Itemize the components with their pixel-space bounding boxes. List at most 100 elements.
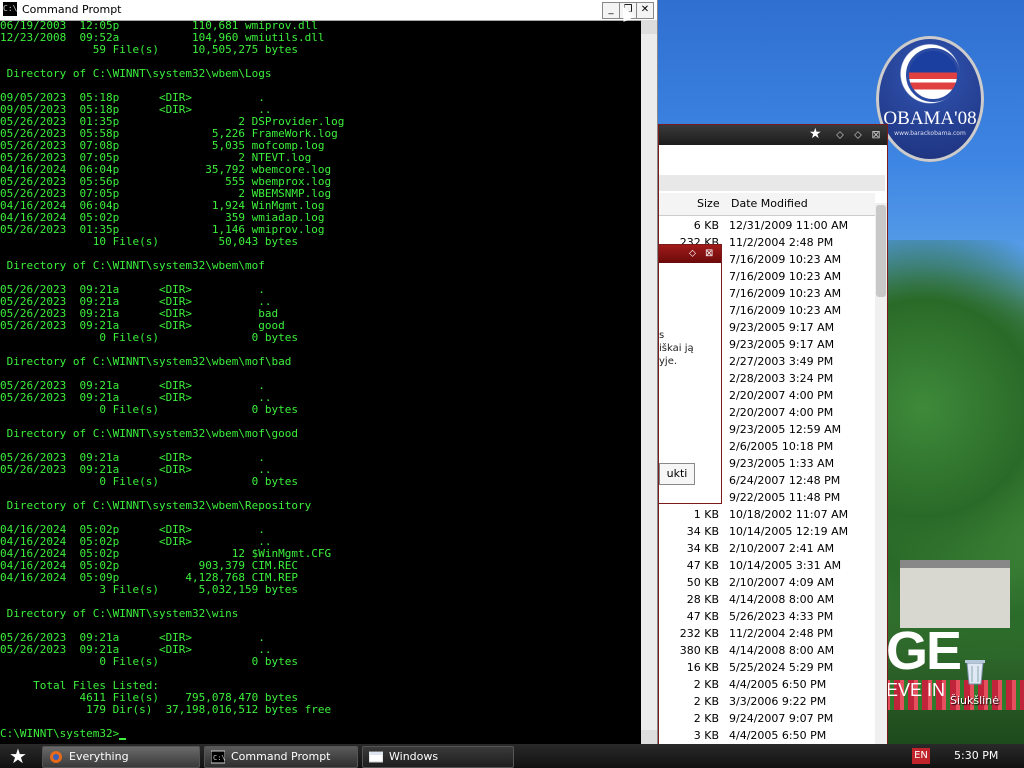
minimize-icon[interactable]: ⬦: [833, 128, 847, 142]
file-date-modified: 6/24/2007 12:48 PM: [729, 474, 841, 487]
system-clock[interactable]: 5:30 PM: [954, 749, 998, 762]
file-date-modified: 4/14/2008 8:00 AM: [729, 644, 835, 657]
file-row[interactable]: 47 KB 5/26/2023 4:33 PM: [659, 608, 875, 625]
file-date-modified: 9/24/2007 9:07 PM: [729, 712, 834, 725]
taskbar-item-windows[interactable]: Windows: [362, 746, 514, 768]
file-row[interactable]: 2 KB 4/4/2005 6:50 PM: [659, 676, 875, 693]
file-date-modified: 4/4/2005 6:50 PM: [729, 729, 827, 742]
column-size[interactable]: Size: [697, 197, 720, 210]
file-size: 2 KB: [693, 678, 719, 691]
vertical-scrollbar[interactable]: [641, 20, 657, 744]
file-size: 34 KB: [686, 525, 719, 538]
file-row[interactable]: 16 KB 5/25/2024 5:29 PM: [659, 659, 875, 676]
file-size: 2 KB: [693, 695, 719, 708]
file-size: 47 KB: [686, 610, 719, 623]
maximize-icon[interactable]: ⬦: [851, 128, 865, 142]
close-icon[interactable]: ⊠: [869, 128, 883, 142]
column-date-modified[interactable]: Date Modified: [731, 197, 808, 210]
console-icon: C:\: [211, 750, 225, 764]
text-cursor: [119, 738, 127, 740]
scrollbar-thumb[interactable]: [876, 205, 886, 297]
file-row[interactable]: 3 KB 4/4/2005 6:50 PM: [659, 727, 875, 744]
explorer-titlebar[interactable]: ★ ⬦ ⬦ ⊠: [659, 125, 887, 145]
folder-window-icon: [369, 751, 383, 763]
file-size: 380 KB: [679, 644, 719, 657]
console-line: Directory of C:\WINNT\system32\wbem\mof: [0, 259, 265, 272]
file-date-modified: 9/23/2005 1:33 AM: [729, 457, 835, 470]
file-date-modified: 9/23/2005 12:59 AM: [729, 423, 842, 436]
wallpaper-slogan: GE: [886, 621, 962, 681]
file-date-modified: 7/16/2009 10:23 AM: [729, 304, 842, 317]
console-line: 0 File(s) 0 bytes: [0, 331, 299, 344]
console-line: Directory of C:\WINNT\system32\wbem\mof\…: [0, 427, 299, 440]
taskbar-item-command-prompt[interactable]: C:\ Command Prompt: [204, 746, 358, 768]
file-date-modified: 2/6/2005 10:18 PM: [729, 440, 834, 453]
file-size: 6 KB: [693, 219, 719, 232]
dialog-button[interactable]: ukti: [659, 463, 695, 485]
taskbar-item-label: Command Prompt: [231, 750, 331, 763]
file-date-modified: 2/20/2007 4:00 PM: [729, 389, 834, 402]
white-house-image: [900, 560, 1010, 628]
console-line: 59 File(s) 10,505,275 bytes: [0, 43, 299, 56]
console-output[interactable]: 06/19/2003 12:05p 110,681 wmiprov.dll 12/…: [0, 20, 641, 744]
scroll-up-button[interactable]: [641, 20, 657, 34]
file-date-modified: 3/3/2006 9:22 PM: [729, 695, 827, 708]
file-date-modified: 2/20/2007 4:00 PM: [729, 406, 834, 419]
console-line: 10 File(s) 50,043 bytes: [0, 235, 299, 248]
close-button[interactable]: ✕: [636, 2, 654, 19]
file-date-modified: 5/25/2024 5:29 PM: [729, 661, 834, 674]
star-icon: ★: [809, 126, 822, 142]
file-row[interactable]: 2 KB 9/24/2007 9:07 PM: [659, 710, 875, 727]
file-date-modified: 10/14/2005 12:19 AM: [729, 525, 849, 538]
file-row[interactable]: 28 KB 4/14/2008 8:00 AM: [659, 591, 875, 608]
close-icon[interactable]: ⊠: [705, 248, 713, 259]
file-list-header: Size Date Modified: [659, 193, 875, 216]
file-row[interactable]: 50 KB 2/10/2007 4:09 AM: [659, 574, 875, 591]
file-date-modified: 9/23/2005 9:17 AM: [729, 321, 835, 334]
file-date-modified: 2/28/2003 3:24 PM: [729, 372, 834, 385]
recycle-bin-icon[interactable]: [962, 656, 988, 686]
file-row[interactable]: 2 KB 3/3/2006 9:22 PM: [659, 693, 875, 710]
dialog-window[interactable]: ⬦ ⊠ s iškai ją yje. ukti: [658, 244, 722, 504]
taskbar-item-everything[interactable]: Everything: [42, 746, 200, 768]
dialog-message: s iškai ją yje.: [659, 329, 694, 368]
cmd-titlebar[interactable]: C:\ Command Prompt _ ❐ ✕: [0, 0, 657, 21]
file-size: 2 KB: [693, 712, 719, 725]
console-line: 0 File(s) 0 bytes: [0, 403, 299, 416]
file-size: 232 KB: [679, 627, 719, 640]
command-prompt-window[interactable]: C:\ Command Prompt _ ❐ ✕ 06/19/2003 12:0…: [0, 0, 658, 744]
dialog-text-line: s: [659, 330, 665, 341]
file-date-modified: 11/2/2004 2:48 PM: [729, 236, 834, 249]
file-row[interactable]: 1 KB 10/18/2002 11:07 AM: [659, 506, 875, 523]
file-size: 50 KB: [686, 576, 719, 589]
console-line: 3 File(s) 5,032,159 bytes: [0, 583, 299, 596]
file-size: 47 KB: [686, 559, 719, 572]
file-row[interactable]: 232 KB 11/2/2004 2:48 PM: [659, 625, 875, 642]
file-date-modified: 10/18/2002 11:07 AM: [729, 508, 849, 521]
console-line: Directory of C:\WINNT\system32\wins: [0, 607, 239, 620]
dialog-titlebar[interactable]: ⬦ ⊠: [659, 245, 721, 263]
console-line: 0 File(s) 0 bytes: [0, 475, 299, 488]
file-size: 34 KB: [686, 542, 719, 555]
file-row[interactable]: 34 KB 10/14/2005 12:19 AM: [659, 523, 875, 540]
scroll-down-button[interactable]: [641, 730, 657, 744]
taskbar-item-label: Everything: [69, 750, 129, 763]
file-row[interactable]: 380 KB 4/14/2008 8:00 AM: [659, 642, 875, 659]
address-bar[interactable]: [659, 153, 885, 176]
console-line: Directory of C:\WINNT\system32\wbem\Logs: [0, 67, 272, 80]
file-date-modified: 4/14/2008 8:00 AM: [729, 593, 835, 606]
start-button[interactable]: ★: [4, 745, 32, 767]
maximize-icon[interactable]: ⬦: [689, 248, 696, 259]
file-row[interactable]: 6 KB 12/31/2009 11:00 AM: [659, 217, 875, 234]
file-date-modified: 11/2/2004 2:48 PM: [729, 627, 834, 640]
toolbar-strip: [659, 175, 885, 191]
recycle-bin-label[interactable]: Šiukšlinė: [950, 694, 999, 707]
console-line: 0 File(s) 0 bytes: [0, 655, 299, 668]
language-indicator[interactable]: EN: [912, 748, 930, 764]
file-size: 28 KB: [686, 593, 719, 606]
svg-text:C:\: C:\: [213, 754, 225, 762]
file-date-modified: 2/10/2007 4:09 AM: [729, 576, 835, 589]
campaign-logo-icon: [906, 48, 960, 102]
file-row[interactable]: 47 KB 10/14/2005 3:31 AM: [659, 557, 875, 574]
file-row[interactable]: 34 KB 2/10/2007 2:41 AM: [659, 540, 875, 557]
